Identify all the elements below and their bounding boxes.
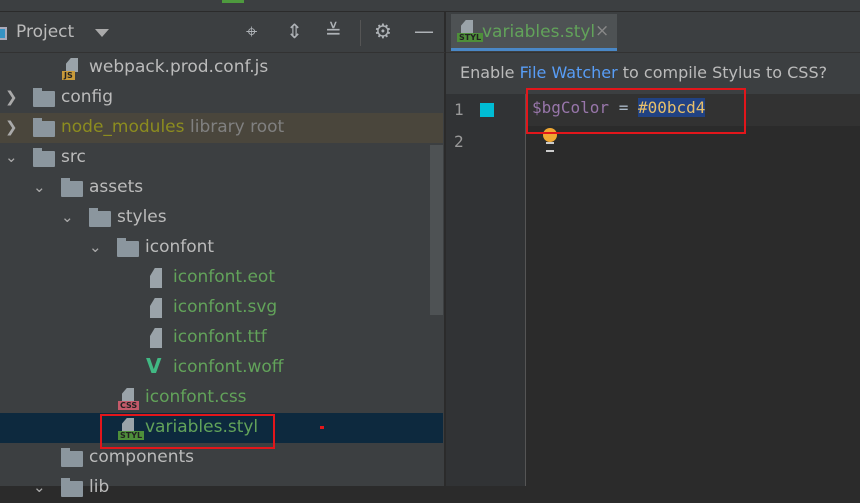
tree-item-iconfont-folder[interactable]: ⌄ iconfont xyxy=(0,233,443,263)
chevron-down-icon[interactable]: ⌄ xyxy=(33,478,46,496)
highlight-box xyxy=(526,88,746,134)
project-panel: Project ⌖ ⇕ ≚ ⚙ — JS webpack.prod.conf.j… xyxy=(0,12,445,497)
tree-item-node-modules[interactable]: ❯ node_modules library root xyxy=(0,113,443,143)
gutter: 1 2 xyxy=(446,94,526,486)
stylus-file-icon: STYL xyxy=(457,20,484,42)
folder-icon xyxy=(33,148,55,167)
collapse-all-icon[interactable]: ≚ xyxy=(325,21,342,41)
chevron-down-icon[interactable]: ⌄ xyxy=(89,238,102,256)
tab-variables-styl[interactable]: STYL variables.styl × xyxy=(451,14,617,51)
minimize-icon[interactable]: — xyxy=(414,21,434,41)
editor-tabs: STYL variables.styl × xyxy=(446,12,860,53)
chevron-down-icon[interactable]: ⌄ xyxy=(5,148,18,166)
highlight-box xyxy=(100,414,275,449)
project-panel-header: Project ⌖ ⇕ ≚ ⚙ — xyxy=(0,12,445,53)
tree-item-config[interactable]: ❯ config xyxy=(0,83,443,113)
top-strip xyxy=(0,0,860,12)
folder-icon xyxy=(33,88,55,107)
chevron-right-icon[interactable]: ❯ xyxy=(5,88,18,106)
vue-icon: V xyxy=(146,354,162,378)
expand-all-icon[interactable]: ⇕ xyxy=(286,21,303,41)
project-icon xyxy=(0,27,7,40)
tree-item-iconfont-css[interactable]: CSS iconfont.css xyxy=(0,383,443,413)
chevron-down-icon[interactable]: ⌄ xyxy=(33,178,46,196)
text-file-icon xyxy=(146,328,166,350)
project-view-selector[interactable]: Project xyxy=(16,22,74,42)
folder-icon xyxy=(117,238,139,257)
tree-item-webpack-prod-conf[interactable]: JS webpack.prod.conf.js xyxy=(0,53,443,83)
tree-item-src[interactable]: ⌄ src xyxy=(0,143,443,173)
tree-item-styles[interactable]: ⌄ styles xyxy=(0,203,443,233)
text-file-icon xyxy=(146,268,166,290)
folder-icon xyxy=(61,448,83,467)
chevron-right-icon[interactable]: ❯ xyxy=(5,118,18,136)
color-swatch[interactable] xyxy=(480,103,494,117)
js-file-icon: JS xyxy=(62,58,82,80)
tree-item-assets[interactable]: ⌄ assets xyxy=(0,173,443,203)
image-file-icon xyxy=(146,298,166,320)
folder-icon xyxy=(61,178,83,197)
tree-item-iconfont-eot[interactable]: iconfont.eot xyxy=(0,263,443,293)
css-file-icon: CSS xyxy=(118,388,140,410)
tree-item-iconfont-woff[interactable]: V iconfont.woff xyxy=(0,353,443,383)
chevron-down-icon[interactable]: ⌄ xyxy=(61,208,74,226)
tree-item-iconfont-svg[interactable]: iconfont.svg xyxy=(0,293,443,323)
locate-icon[interactable]: ⌖ xyxy=(246,21,257,41)
close-tab-icon[interactable]: × xyxy=(595,21,609,41)
tree-item-lib[interactable]: ⌄ lib xyxy=(0,473,443,503)
chevron-down-icon[interactable] xyxy=(95,29,109,37)
file-watcher-link[interactable]: File Watcher xyxy=(520,63,618,82)
folder-icon xyxy=(33,118,55,137)
tree-scrollbar[interactable] xyxy=(430,145,443,315)
folder-icon xyxy=(89,208,111,227)
tree-item-iconfont-ttf[interactable]: iconfont.ttf xyxy=(0,323,443,353)
folder-icon xyxy=(61,478,83,497)
editor: STYL variables.styl × Enable File Watche… xyxy=(446,12,860,486)
gear-icon[interactable]: ⚙ xyxy=(374,21,392,41)
